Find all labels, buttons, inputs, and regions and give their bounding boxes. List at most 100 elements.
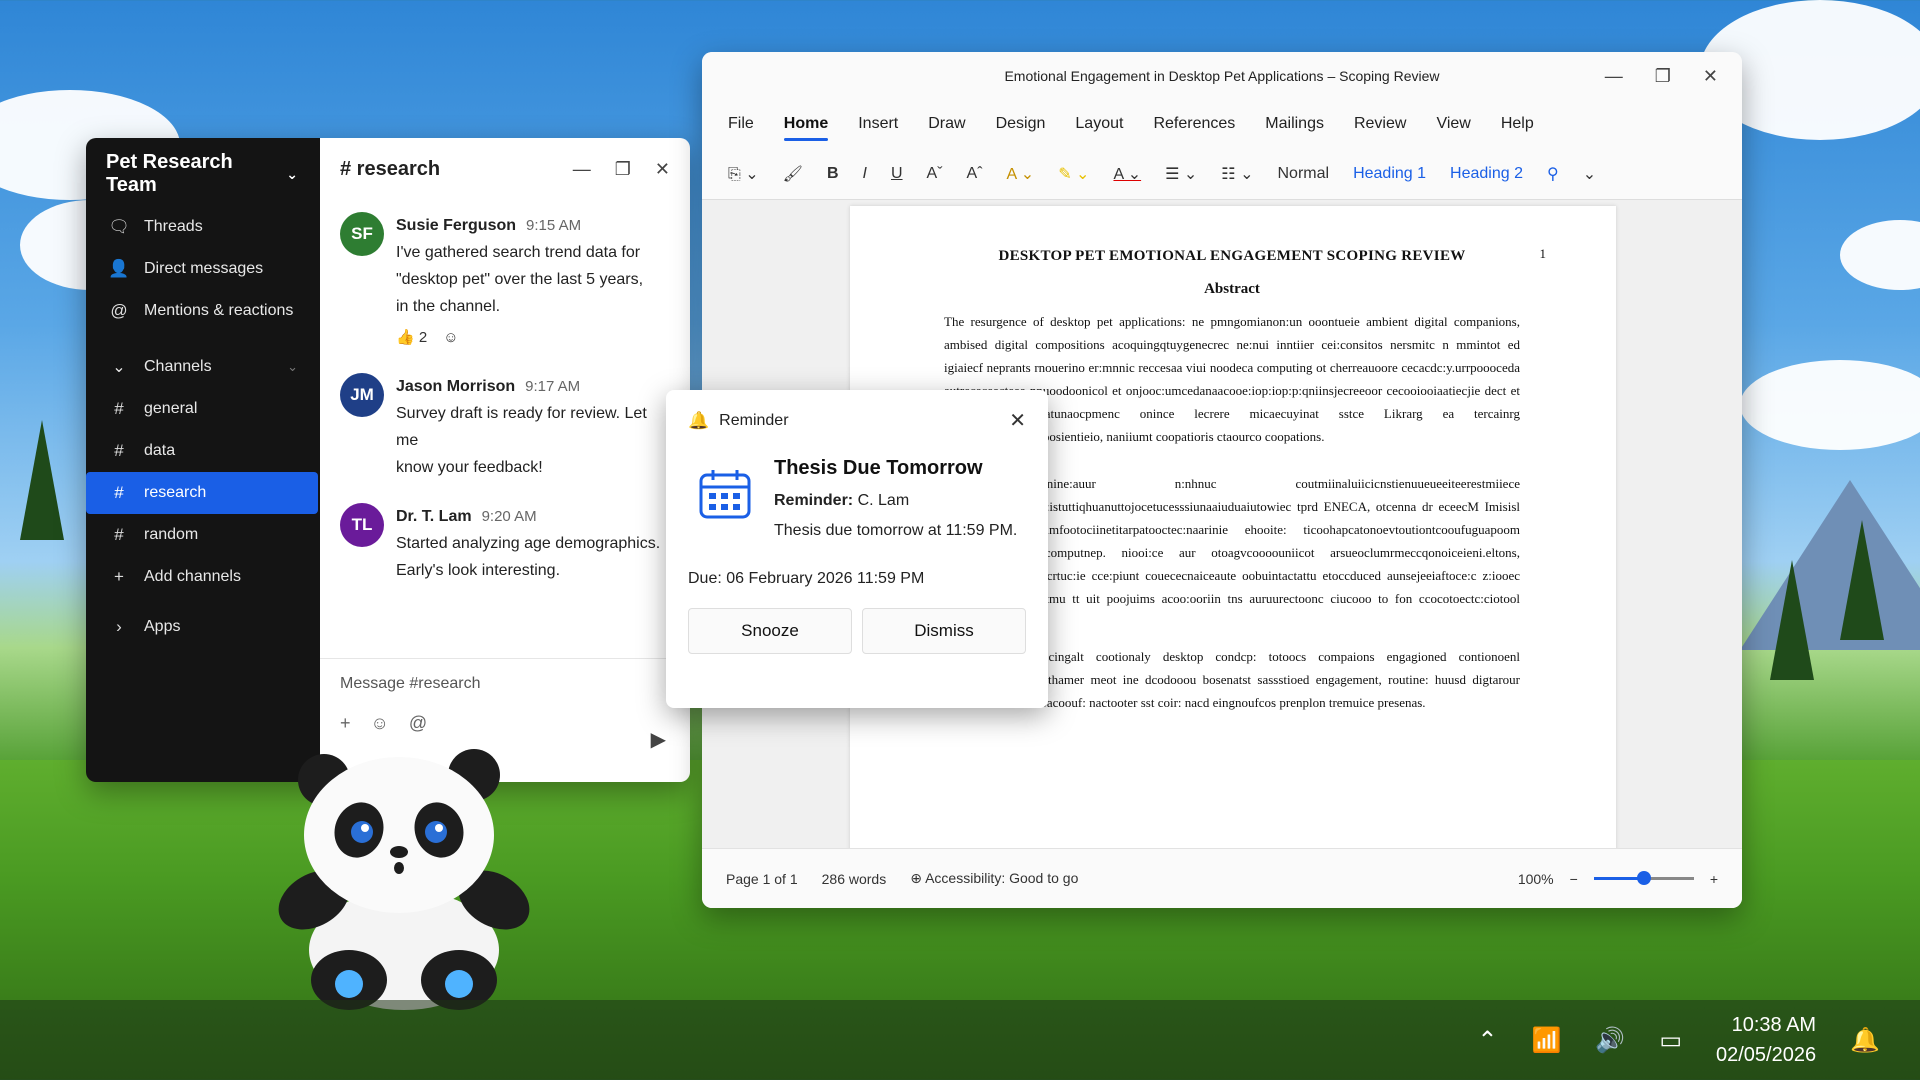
style-heading-1[interactable]: Heading 1 — [1353, 165, 1426, 183]
reminder-header-label: Reminder — [719, 411, 789, 429]
close-icon[interactable]: ✕ — [655, 159, 670, 180]
word-count[interactable]: 286 words — [822, 871, 887, 887]
tab-view[interactable]: View — [1436, 103, 1470, 145]
accessibility-status[interactable]: ⊕ Accessibility: Good to go — [910, 870, 1078, 887]
format-painter-icon[interactable]: 🖌 — [783, 164, 803, 184]
thumbs-up-reaction[interactable]: 👍 2 — [396, 324, 427, 351]
message-author[interactable]: Jason Morrison — [396, 378, 515, 395]
bold-icon[interactable]: B — [827, 165, 839, 183]
sidebar-item-threads[interactable]: 🗨 Threads — [86, 206, 320, 248]
dismiss-button[interactable]: Dismiss — [862, 608, 1026, 654]
plus-icon[interactable]: + — [340, 713, 351, 734]
battery-icon[interactable]: ▭ — [1659, 1026, 1682, 1055]
message-composer: Message #research + ☺ @ ▶ — [320, 658, 690, 752]
clock-date: 02/05/2026 — [1716, 1044, 1817, 1066]
font-size-decrease-icon[interactable]: Aˇ — [927, 165, 943, 183]
tab-insert[interactable]: Insert — [858, 103, 898, 145]
zoom-slider-knob[interactable] — [1636, 871, 1651, 885]
chevron-down-icon[interactable]: ⌄ — [1583, 164, 1596, 184]
minimize-icon[interactable]: — — [1605, 66, 1623, 87]
apps-label: Apps — [144, 618, 181, 635]
avatar[interactable]: SF — [340, 212, 384, 256]
emoji-icon[interactable]: ☺ — [371, 713, 389, 734]
team-switcher[interactable]: Pet Research Team ⌄ — [86, 151, 320, 196]
zoom-out-icon[interactable]: − — [1570, 871, 1578, 887]
highlight-icon[interactable]: ✎ ⌄ — [1058, 164, 1089, 184]
text-effects-icon[interactable]: A ⌄ — [1007, 164, 1035, 184]
message-author[interactable]: Dr. T. Lam — [396, 508, 472, 525]
style-normal[interactable]: Normal — [1278, 165, 1330, 183]
mention-icon[interactable]: @ — [409, 713, 427, 734]
plus-icon: + — [114, 567, 124, 586]
message-author[interactable]: Susie Ferguson — [396, 217, 516, 234]
minimize-icon[interactable]: — — [573, 159, 591, 180]
window-controls: — ❐ ✕ — [573, 159, 670, 180]
snooze-button[interactable]: Snooze — [688, 608, 852, 654]
sidebar-item-direct-messages[interactable]: 👤 Direct messages — [86, 248, 320, 290]
paste-icon[interactable]: ⎘ ⌄ — [728, 164, 759, 184]
zoom-slider[interactable] — [1593, 871, 1694, 885]
sidebar-item-general[interactable]: # general — [86, 388, 320, 430]
bell-icon: 🔔 — [688, 410, 710, 430]
ribbon-toolbar: ⎘ ⌄ 🖌 B I U Aˇ Aˆ A ⌄ ✎ ⌄ A ⌄ ☰ ⌄ ☷ ⌄ No… — [702, 148, 1742, 200]
chevron-right-icon: › — [116, 617, 122, 636]
message-text: know your feedback! — [396, 459, 543, 476]
sidebar-item-apps[interactable]: › Apps — [86, 606, 320, 648]
clock[interactable]: 10:38 AM 02/05/2026 — [1716, 1010, 1816, 1070]
bullets-icon[interactable]: ☷ ⌄ — [1221, 164, 1253, 184]
zoom-level[interactable]: 100% — [1518, 871, 1554, 887]
thumbs-up-icon: 👍 — [396, 329, 415, 346]
avatar[interactable]: TL — [340, 503, 384, 547]
font-size-increase-icon[interactable]: Aˆ — [967, 165, 983, 183]
reminder-due: Due: 06 February 2026 11:59 PM — [688, 570, 925, 587]
restore-icon[interactable]: ❐ — [1655, 66, 1671, 87]
tab-file[interactable]: File — [728, 103, 754, 145]
sidebar-item-mentions[interactable]: @ Mentions & reactions — [86, 290, 320, 332]
close-icon[interactable]: ✕ — [1703, 66, 1718, 87]
close-icon[interactable]: ✕ — [1009, 408, 1026, 433]
chevron-up-icon[interactable]: ⌃ — [1477, 1026, 1497, 1055]
sidebar-item-data[interactable]: # data — [86, 430, 320, 472]
at-icon: @ — [110, 301, 128, 320]
tab-layout[interactable]: Layout — [1075, 103, 1123, 145]
tab-review[interactable]: Review — [1354, 103, 1406, 145]
wifi-icon[interactable]: 📶 — [1532, 1026, 1562, 1055]
panda-desktop-pet[interactable] — [254, 740, 554, 1010]
accessibility-label: Accessibility: Good to go — [925, 870, 1079, 886]
sidebar-item-random[interactable]: # random — [86, 514, 320, 556]
tab-design[interactable]: Design — [996, 103, 1046, 145]
chat-main: # research — ❐ ✕ SF Susie Ferguson 9:15 A… — [320, 138, 690, 782]
threads-icon: 🗨 — [108, 217, 130, 236]
numbering-icon[interactable]: ☰ ⌄ — [1165, 164, 1197, 184]
reminder-label: Reminder: — [774, 492, 854, 509]
tab-references[interactable]: References — [1153, 103, 1235, 145]
underline-icon[interactable]: U — [891, 165, 903, 183]
italic-icon[interactable]: I — [863, 165, 867, 183]
tab-home[interactable]: Home — [783, 103, 829, 145]
tab-mailings[interactable]: Mailings — [1265, 103, 1324, 145]
add-reaction-icon[interactable]: ☺ — [443, 324, 458, 351]
zoom-in-icon[interactable]: + — [1710, 871, 1718, 887]
channels-section-toggle[interactable]: ⌄ Channels ⌄ — [86, 346, 320, 388]
chat-window: Pet Research Team ⌄ 🗨 Threads 👤 Direct m… — [86, 138, 690, 782]
add-channels-button[interactable]: + Add channels — [86, 556, 320, 598]
find-icon[interactable]: ⚲ — [1547, 164, 1559, 184]
message: TL Dr. T. Lam 9:20 AM Started analyzing a… — [320, 503, 690, 584]
tab-help[interactable]: Help — [1501, 103, 1534, 145]
channel-label: research — [144, 484, 207, 501]
style-heading-2[interactable]: Heading 2 — [1450, 165, 1523, 183]
notification-bell-icon[interactable]: 🔔 — [1850, 1026, 1880, 1055]
font-color-icon[interactable]: A ⌄ — [1113, 164, 1141, 184]
restore-icon[interactable]: ❐ — [615, 159, 631, 180]
volume-icon[interactable]: 🔊 — [1595, 1026, 1625, 1055]
send-icon[interactable]: ▶ — [651, 727, 666, 752]
tree — [1770, 560, 1814, 680]
cloud — [1840, 220, 1920, 290]
page-count[interactable]: Page 1 of 1 — [726, 871, 798, 887]
tab-draw[interactable]: Draw — [928, 103, 965, 145]
avatar[interactable]: JM — [340, 373, 384, 417]
sidebar-item-research[interactable]: # research — [86, 472, 318, 514]
chevron-down-icon: ⌄ — [112, 359, 126, 376]
message: SF Susie Ferguson 9:15 AM I've gathered s… — [320, 212, 690, 351]
message-input[interactable]: Message #research — [340, 675, 670, 693]
